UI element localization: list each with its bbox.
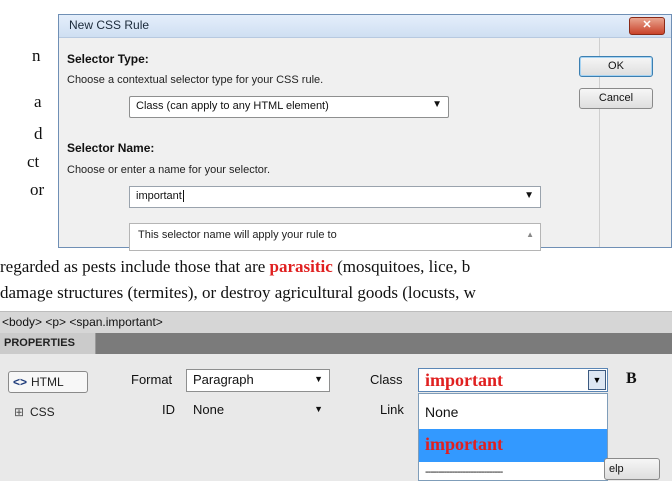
selector-name-combobox[interactable]: important ▼ <box>129 186 541 208</box>
class-select[interactable]: important ▼ <box>418 368 608 392</box>
tag-selector-bar[interactable]: <body> <p> <span.important> <box>0 311 672 333</box>
class-value: important <box>425 370 503 390</box>
properties-tabbar: PROPERTIES <box>0 333 672 354</box>
class-option-separator: ----------------------------- <box>425 466 503 478</box>
selector-name-description: Choose or enter a name for your selector… <box>67 164 270 176</box>
highlighted-word: parasitic <box>269 257 333 276</box>
selector-name-heading: Selector Name: <box>67 141 155 155</box>
background-text-fragment: a <box>34 92 42 111</box>
selector-type-description: Choose a contextual selector type for yo… <box>67 74 324 86</box>
scroll-up-icon[interactable]: ▲ <box>526 230 534 239</box>
background-text-fragment: d <box>34 124 43 143</box>
new-css-rule-dialog: New CSS Rule ✕ Selector Type: Choose a c… <box>58 14 672 251</box>
bold-button[interactable]: B <box>626 370 637 388</box>
background-text-fragment: n <box>32 46 41 65</box>
id-value: None <box>193 402 225 417</box>
cancel-button[interactable]: Cancel <box>579 88 653 109</box>
chevron-down-icon: ▼ <box>432 99 442 110</box>
selector-type-heading: Selector Type: <box>67 52 149 66</box>
css-mode-label: CSS <box>30 405 55 419</box>
chevron-down-icon: ▼ <box>314 374 323 384</box>
tab-properties[interactable]: PROPERTIES <box>0 333 96 354</box>
format-value: Paragraph <box>193 372 254 387</box>
close-button[interactable]: ✕ <box>629 17 665 35</box>
prose-text: regarded as pests include those that are <box>0 257 270 276</box>
prose-line: damage structures (termites), or destroy… <box>0 283 476 302</box>
selector-info-box: This selector name will apply your rule … <box>129 223 541 251</box>
selector-type-value: Class (can apply to any HTML element) <box>136 100 329 112</box>
css-grid-icon: ⊞ <box>13 405 25 419</box>
ok-button[interactable]: OK <box>579 56 653 77</box>
dialog-titlebar[interactable]: New CSS Rule ✕ <box>59 15 671 38</box>
class-dropdown-list: None important -------------------------… <box>418 393 608 481</box>
close-icon: ✕ <box>642 19 652 31</box>
chevron-down-icon: ▼ <box>314 404 323 414</box>
prose-text: (mosquitoes, lice, b <box>332 257 471 276</box>
chevron-down-icon: ▼ <box>524 190 534 201</box>
html-mode-label: HTML <box>31 375 64 389</box>
chevron-down-icon[interactable]: ▼ <box>588 370 606 390</box>
link-label: Link <box>380 402 404 417</box>
dialog-title: New CSS Rule <box>69 18 150 32</box>
id-label: ID <box>162 402 175 417</box>
background-text-fragment: ct <box>27 152 40 171</box>
selector-info-text: This selector name will apply your rule … <box>138 229 337 241</box>
css-mode-button[interactable]: ⊞ CSS <box>8 402 88 424</box>
class-option-important[interactable]: important <box>419 429 607 462</box>
id-select[interactable]: None ▼ <box>186 399 330 422</box>
help-button[interactable]: elp <box>604 458 660 480</box>
prose-line: regarded as pests include those that are… <box>0 257 470 277</box>
format-label: Format <box>131 372 173 387</box>
class-label: Class <box>370 372 403 387</box>
selector-name-value: important <box>136 190 182 202</box>
format-select[interactable]: Paragraph ▼ <box>186 369 330 392</box>
selector-type-select[interactable]: Class (can apply to any HTML element) ▼ <box>129 96 449 118</box>
background-text-fragment: or <box>30 180 45 199</box>
code-brackets-icon: <> <box>12 375 27 389</box>
html-mode-button[interactable]: <> HTML <box>8 371 88 393</box>
class-option-none[interactable]: None <box>419 396 607 429</box>
